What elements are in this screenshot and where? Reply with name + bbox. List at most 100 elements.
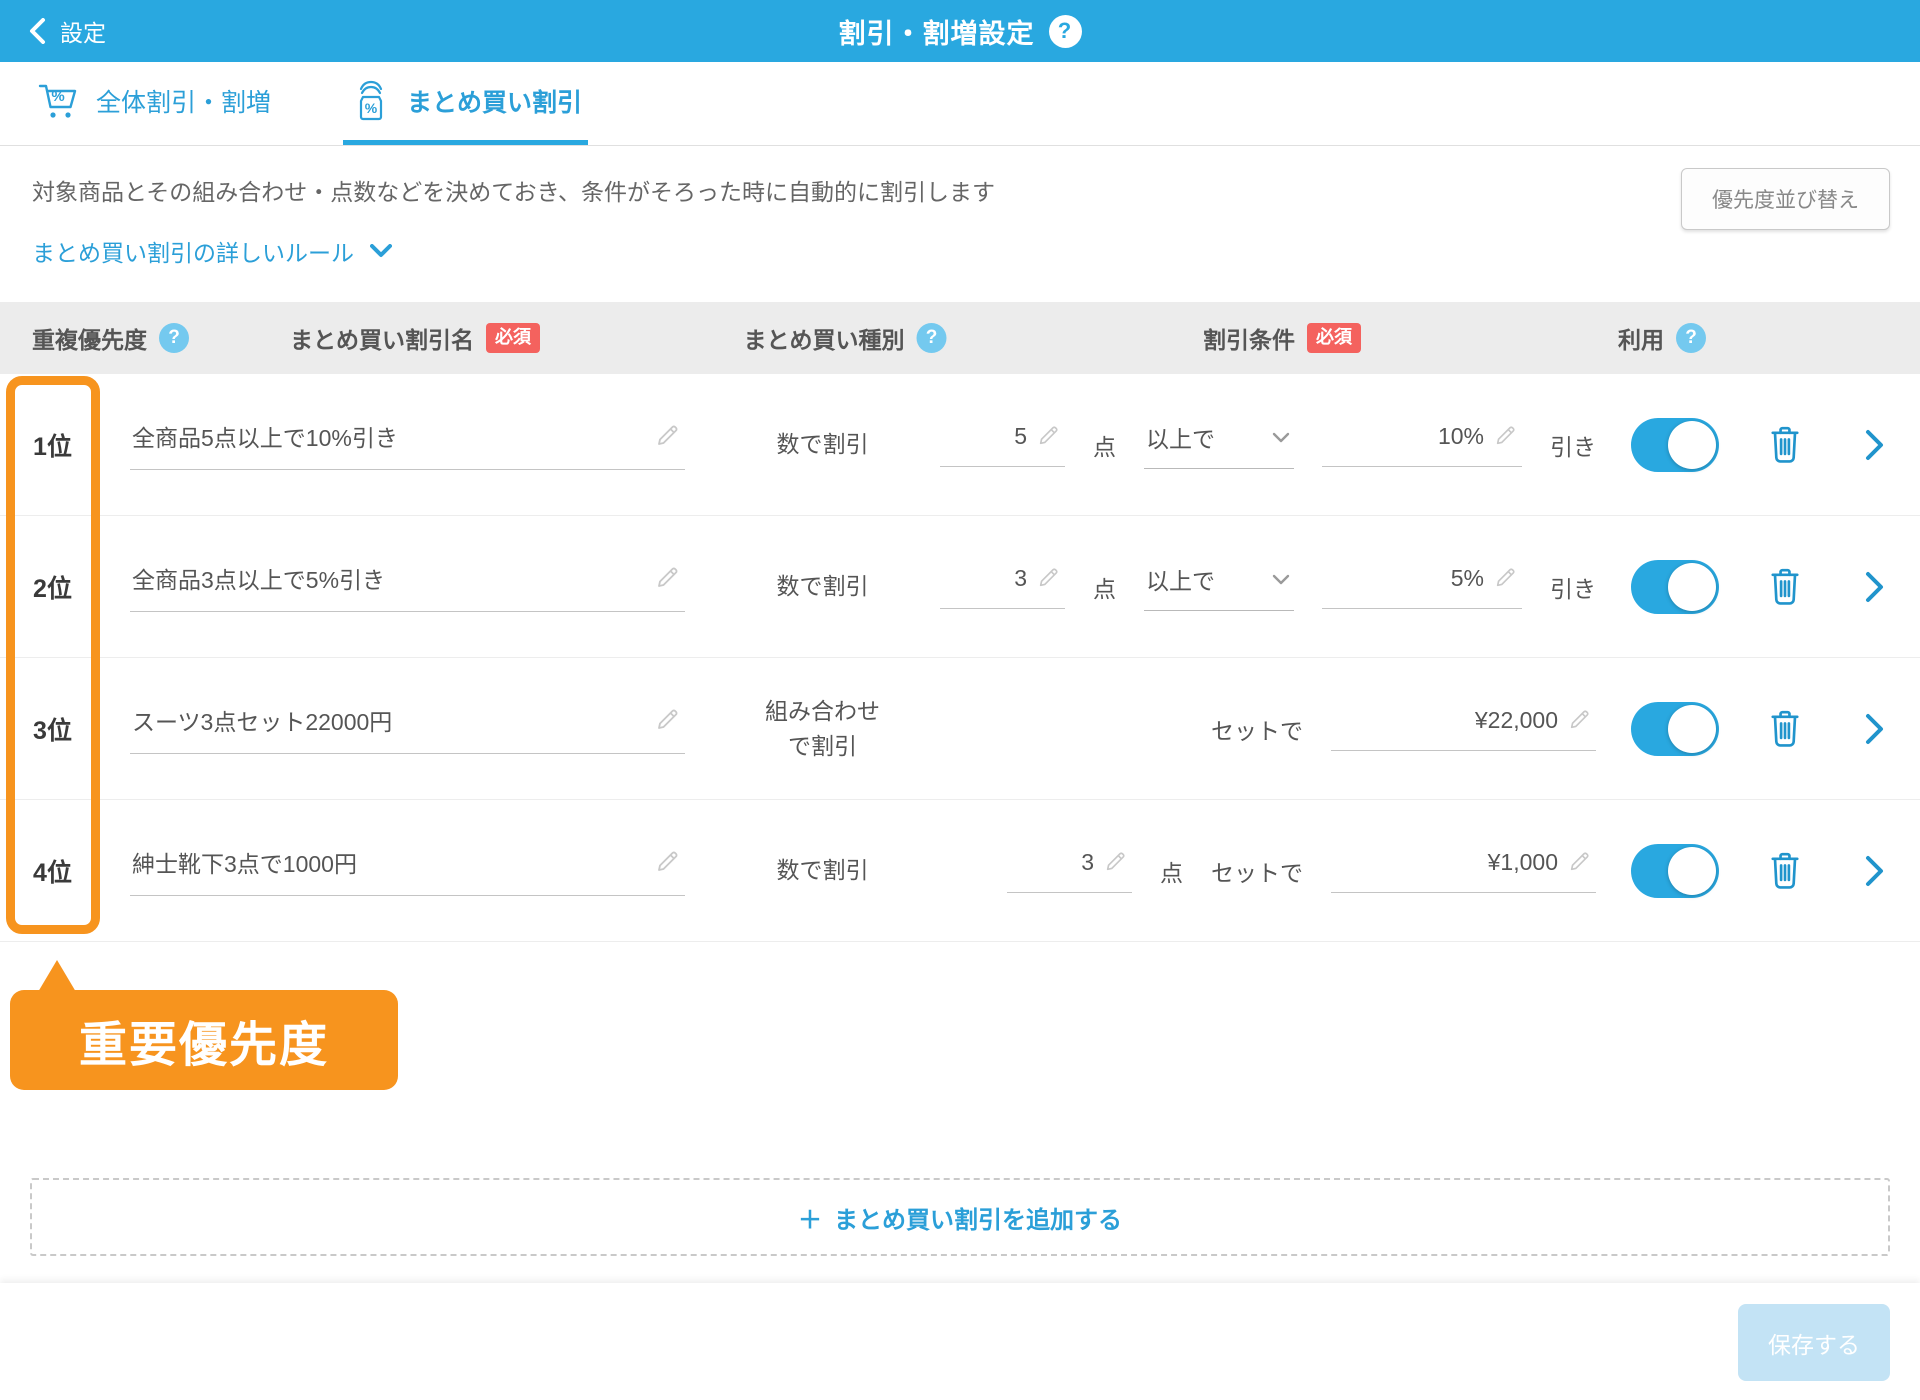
- table-row: 4位 紳士靴下3点で1000円 数で割引 3 点 セットで ¥1,000: [0, 800, 1920, 943]
- table-row: 2位 全商品3点以上で5%引き 数で割引 3 点 以上で 5% 引き: [0, 516, 1920, 659]
- edit-pencil-icon: [655, 850, 679, 874]
- title-help-icon[interactable]: ?: [1048, 14, 1082, 48]
- condition-cell: セットで ¥22,000: [930, 707, 1610, 751]
- set-label: セットで: [1211, 859, 1303, 886]
- priority-rank: 4位: [33, 858, 72, 887]
- col-header-type-label: まとめ買い種別: [743, 327, 905, 354]
- edit-pencil-icon: [1037, 425, 1059, 447]
- priority-rank: 2位: [33, 574, 72, 603]
- toggle-knob: [1668, 562, 1716, 611]
- col-header-type: まとめ買い種別 ?: [744, 321, 947, 355]
- edit-pencil-icon: [655, 424, 679, 448]
- set-label: セットで: [1211, 717, 1303, 744]
- add-bulk-discount-button[interactable]: ＋ まとめ買い割引を追加する: [30, 1178, 1890, 1257]
- quantity-unit: 点: [1093, 575, 1116, 602]
- quantity-input[interactable]: 5: [940, 423, 1065, 467]
- edit-pencil-icon: [1568, 851, 1590, 873]
- chevron-right-icon: [1865, 429, 1885, 461]
- amount-input[interactable]: ¥22,000: [1331, 707, 1596, 751]
- row-detail-button[interactable]: [1830, 571, 1920, 603]
- rules-link[interactable]: まとめ買い割引の詳しいルール: [32, 234, 392, 268]
- page-title: 割引・割増設定: [838, 18, 1035, 49]
- use-toggle[interactable]: [1631, 417, 1719, 472]
- discount-name-input[interactable]: 全商品3点以上で5%引き: [130, 561, 685, 613]
- threshold-value: 以上で: [1146, 568, 1215, 595]
- col-header-use-label: 利用: [1618, 327, 1664, 354]
- amount-input[interactable]: ¥1,000: [1331, 849, 1596, 893]
- app-header: 設定 割引・割増設定 ?: [0, 0, 1920, 62]
- save-button[interactable]: 保存する: [1738, 1304, 1890, 1381]
- discount-name-input[interactable]: スーツ3点セット22000円: [130, 703, 685, 755]
- delete-button[interactable]: [1740, 709, 1830, 749]
- intro-section: 対象商品とその組み合わせ・点数などを決めておき、条件がそろった時に自動的に割引し…: [0, 146, 1920, 268]
- tab-bulk-discount-label: まとめ買い割引: [407, 89, 583, 117]
- toggle-knob: [1668, 420, 1716, 469]
- quantity-input[interactable]: 3: [1007, 849, 1132, 893]
- discount-name-input[interactable]: 全商品5点以上で10%引き: [130, 419, 685, 471]
- use-help-icon[interactable]: ?: [1676, 323, 1706, 354]
- discount-type-text: 数で割引: [776, 431, 869, 458]
- table-header-row: 重複優先度 ? まとめ買い割引名 必須 まとめ買い種別 ? 割引条件 必須 利用…: [0, 302, 1920, 375]
- quantity-value: 5: [1014, 422, 1027, 449]
- tab-bulk-discount[interactable]: % まとめ買い割引: [343, 62, 589, 145]
- col-header-name-label: まとめ買い割引名: [290, 327, 474, 354]
- table-row: 1位 全商品5点以上で10%引き 数で割引 5 点 以上で 10% 引き: [0, 374, 1920, 517]
- quantity-input[interactable]: 3: [940, 565, 1065, 609]
- condition-cell: 3 点 以上で 5% 引き: [930, 562, 1610, 612]
- discount-name-text: スーツ3点セット22000円: [132, 709, 393, 736]
- chevron-right-icon: [1865, 855, 1885, 887]
- delete-button[interactable]: [1740, 425, 1830, 465]
- discount-name-text: 全商品3点以上で5%引き: [132, 567, 386, 594]
- amount-input[interactable]: 5%: [1322, 565, 1522, 609]
- threshold-select[interactable]: 以上で: [1144, 562, 1294, 612]
- table-row: 3位 スーツ3点セット22000円 組み合わせ で割引 セットで ¥22,000: [0, 658, 1920, 801]
- trash-icon: [1767, 709, 1803, 749]
- use-toggle[interactable]: [1631, 701, 1719, 756]
- page-title-group: 割引・割増設定 ?: [839, 12, 1082, 51]
- priority-help-icon[interactable]: ?: [159, 323, 189, 354]
- priority-sort-button[interactable]: 優先度並び替え: [1681, 168, 1890, 230]
- chevron-down-icon: [370, 244, 392, 258]
- quantity-unit: 点: [1160, 859, 1183, 886]
- bundle-percent-icon: %: [349, 79, 393, 123]
- delete-button[interactable]: [1740, 567, 1830, 607]
- discount-name-input[interactable]: 紳士靴下3点で1000円: [130, 845, 685, 897]
- edit-pencil-icon: [1494, 567, 1516, 589]
- back-label: 設定: [60, 20, 106, 46]
- name-cell: 全商品5点以上で10%引き: [105, 419, 715, 471]
- amount-value: 10%: [1437, 422, 1484, 449]
- discount-table: 重複優先度 ? まとめ買い割引名 必須 まとめ買い種別 ? 割引条件 必須 利用…: [0, 302, 1920, 943]
- toggle-cell: [1610, 701, 1740, 756]
- use-toggle[interactable]: [1631, 559, 1719, 614]
- tab-overall-discount[interactable]: % 全体割引・割増: [32, 62, 277, 145]
- trash-icon: [1767, 567, 1803, 607]
- condition-cell: 5 点 以上で 10% 引き: [930, 420, 1610, 470]
- row-detail-button[interactable]: [1830, 429, 1920, 461]
- tab-bar: % 全体割引・割増 % まとめ買い割引: [0, 62, 1920, 146]
- name-cell: 全商品3点以上で5%引き: [105, 561, 715, 613]
- row-detail-button[interactable]: [1830, 855, 1920, 887]
- delete-button[interactable]: [1740, 851, 1830, 891]
- type-help-icon[interactable]: ?: [916, 323, 947, 354]
- edit-pencil-icon: [1104, 851, 1126, 873]
- col-header-priority-label: 重複優先度: [32, 327, 147, 354]
- priority-rank: 3位: [33, 716, 72, 745]
- toggle-knob: [1668, 704, 1716, 753]
- name-cell: スーツ3点セット22000円: [105, 703, 715, 755]
- discount-type-text: 組み合わせ で割引: [765, 698, 880, 759]
- tab-overall-discount-label: 全体割引・割増: [96, 89, 272, 117]
- rules-link-label: まとめ買い割引の詳しいルール: [32, 240, 354, 267]
- col-header-condition: 割引条件 必須: [1203, 321, 1361, 355]
- chevron-right-icon: [1865, 571, 1885, 603]
- svg-text:%: %: [51, 88, 64, 105]
- use-toggle[interactable]: [1631, 843, 1719, 898]
- threshold-select[interactable]: 以上で: [1144, 420, 1294, 470]
- col-header-priority: 重複優先度 ?: [32, 321, 189, 355]
- priority-rank: 1位: [33, 432, 72, 461]
- row-detail-button[interactable]: [1830, 713, 1920, 745]
- amount-suffix: 引き: [1550, 433, 1596, 460]
- back-button[interactable]: 設定: [28, 0, 106, 62]
- edit-pencil-icon: [1037, 567, 1059, 589]
- amount-input[interactable]: 10%: [1322, 423, 1522, 467]
- name-cell: 紳士靴下3点で1000円: [105, 845, 715, 897]
